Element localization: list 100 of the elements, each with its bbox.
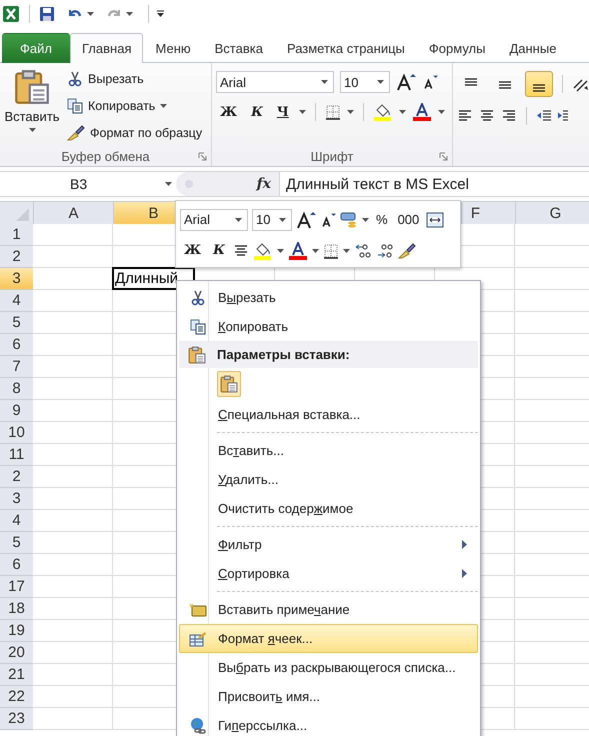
fill-dropdown-icon[interactable] bbox=[276, 248, 284, 252]
font-name-dropdown-icon[interactable] bbox=[235, 218, 242, 222]
ribbon-tab[interactable]: Формулы bbox=[416, 33, 498, 63]
font-size-field[interactable]: 10 bbox=[340, 71, 390, 93]
row-header[interactable]: 18 bbox=[0, 598, 33, 620]
italic-button[interactable]: К bbox=[209, 243, 229, 258]
dialog-launcher-icon[interactable] bbox=[439, 152, 448, 160]
paste-dropdown-icon[interactable] bbox=[28, 128, 36, 132]
row-header[interactable]: 17 bbox=[0, 576, 33, 598]
paste-option-button[interactable] bbox=[217, 371, 241, 397]
font-name-dropdown-icon[interactable] bbox=[321, 80, 328, 84]
underline-dropdown-icon[interactable] bbox=[298, 110, 306, 114]
thousands-button[interactable]: 000 bbox=[394, 212, 422, 227]
row-header[interactable]: 22 bbox=[0, 686, 33, 708]
grow-font-icon[interactable] bbox=[396, 73, 416, 91]
borders-dropdown-icon[interactable] bbox=[346, 110, 354, 114]
row-header[interactable]: 8 bbox=[0, 378, 33, 400]
row-header[interactable]: 20 bbox=[0, 642, 33, 664]
font-color-dropdown-icon[interactable] bbox=[438, 110, 445, 114]
menu-item[interactable]: Выбрать из раскрывающегося списка... bbox=[179, 653, 478, 682]
menu-item[interactable]: Вставить примечание bbox=[179, 595, 478, 624]
name-box[interactable]: B3 bbox=[0, 172, 176, 196]
row-header[interactable]: 19 bbox=[0, 620, 33, 642]
font-size-dropdown-icon[interactable] bbox=[279, 218, 286, 222]
menu-item[interactable]: Фильтр bbox=[179, 530, 478, 559]
comment-icon bbox=[189, 602, 207, 616]
row-header[interactable]: 9 bbox=[0, 400, 33, 422]
row-header[interactable]: 21 bbox=[0, 664, 33, 686]
menu-item[interactable]: Копировать bbox=[179, 312, 478, 341]
row-header[interactable]: 6 bbox=[0, 554, 33, 576]
copy-dropdown-icon[interactable] bbox=[160, 104, 168, 108]
borders-dropdown-icon[interactable] bbox=[342, 248, 350, 252]
shrink-font-icon[interactable] bbox=[320, 210, 336, 228]
menu-item[interactable]: Формат ячеек... bbox=[179, 624, 478, 653]
menu-item[interactable]: Гиперссылка... bbox=[179, 711, 478, 736]
font-color-dropdown-icon[interactable] bbox=[312, 248, 319, 252]
copy-button[interactable]: Копировать bbox=[65, 94, 204, 118]
ribbon-tab[interactable]: Вставка bbox=[202, 33, 275, 63]
decrease-decimal-icon[interactable] bbox=[376, 242, 394, 260]
bold-button[interactable]: Ж bbox=[216, 104, 242, 120]
insert-function-button[interactable]: fx bbox=[256, 176, 271, 192]
align-center-icon[interactable] bbox=[232, 242, 249, 258]
row-header[interactable]: 3 bbox=[0, 268, 33, 290]
menu-item[interactable]: Специальная вставка... bbox=[179, 400, 478, 429]
ribbon-tab[interactable]: Данные bbox=[497, 33, 568, 63]
file-tab[interactable]: Файл bbox=[2, 33, 70, 63]
formula-field[interactable]: Длинный текст в MS Excel bbox=[280, 172, 589, 196]
row-header[interactable]: 2 bbox=[0, 246, 33, 268]
cut-button[interactable]: Вырезать bbox=[65, 67, 204, 91]
paste-button[interactable]: Вставить bbox=[3, 67, 61, 146]
row-header[interactable]: 11 bbox=[0, 444, 33, 466]
excel-logo-icon[interactable] bbox=[2, 5, 20, 23]
bold-button[interactable]: Ж bbox=[180, 243, 206, 258]
ribbon-tab[interactable]: Меню bbox=[143, 33, 203, 63]
name-box-dropdown-icon[interactable] bbox=[165, 182, 172, 186]
dialog-launcher-icon[interactable] bbox=[198, 152, 207, 160]
row-header[interactable]: 1 bbox=[0, 224, 33, 246]
row-header[interactable]: 7 bbox=[0, 356, 33, 378]
shrink-font-icon[interactable] bbox=[422, 73, 438, 91]
column-header[interactable]: B bbox=[113, 202, 175, 224]
font-color-icon[interactable] bbox=[288, 242, 308, 260]
font-name-field[interactable]: Arial bbox=[180, 208, 248, 230]
font-size-field[interactable]: 10 bbox=[252, 208, 292, 230]
fill-color-icon[interactable] bbox=[252, 242, 273, 260]
font-size-dropdown-icon[interactable] bbox=[377, 80, 384, 84]
row-header[interactable]: 6 bbox=[0, 334, 33, 356]
row-header[interactable]: 10 bbox=[0, 422, 33, 444]
save-icon[interactable] bbox=[39, 6, 55, 22]
row-header[interactable]: 5 bbox=[0, 532, 33, 554]
font-color-icon[interactable] bbox=[412, 103, 432, 121]
row-header[interactable]: 3 bbox=[0, 488, 33, 510]
increase-decimal-icon[interactable] bbox=[354, 242, 372, 260]
currency-icon[interactable] bbox=[340, 212, 358, 228]
customize-caret-icon[interactable] bbox=[156, 10, 165, 18]
format-painter-button[interactable]: Формат по образцу bbox=[65, 121, 204, 145]
grow-font-icon[interactable] bbox=[296, 210, 316, 228]
menu-item[interactable]: Вставить... bbox=[179, 436, 478, 465]
borders-icon[interactable] bbox=[322, 242, 339, 258]
ribbon-tab[interactable]: Разметка страницы bbox=[274, 33, 417, 63]
currency-dropdown-icon[interactable] bbox=[362, 218, 369, 222]
underline-button[interactable]: Ч bbox=[272, 104, 293, 120]
borders-icon[interactable] bbox=[324, 104, 341, 120]
column-header[interactable]: G bbox=[515, 202, 589, 224]
row-header[interactable]: 5 bbox=[0, 312, 33, 334]
merge-center-icon[interactable] bbox=[426, 212, 444, 228]
row-header[interactable]: 4 bbox=[0, 510, 33, 532]
row-header[interactable]: 23 bbox=[0, 708, 33, 730]
fill-color-icon[interactable] bbox=[372, 103, 393, 121]
font-name-field[interactable]: Arial bbox=[216, 71, 334, 93]
ribbon-tab[interactable]: Главная bbox=[70, 33, 144, 63]
menu-item[interactable]: Удалить... bbox=[179, 465, 478, 494]
percent-button[interactable]: % bbox=[373, 212, 391, 227]
menu-item[interactable]: Сортировка bbox=[179, 559, 478, 588]
fill-dropdown-icon[interactable] bbox=[398, 110, 406, 114]
menu-item[interactable]: Присвоить имя... bbox=[179, 682, 478, 711]
row-header[interactable]: 4 bbox=[0, 290, 33, 312]
italic-button[interactable]: К bbox=[247, 104, 267, 120]
undo-dropdown-icon[interactable] bbox=[87, 12, 94, 16]
menu-item[interactable]: Очистить содержимое bbox=[179, 494, 478, 523]
row-header[interactable]: 2 bbox=[0, 466, 33, 488]
